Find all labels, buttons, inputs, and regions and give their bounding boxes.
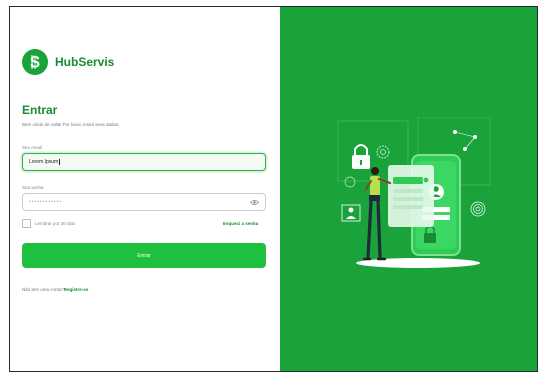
brand-name: HubServis <box>55 55 115 69</box>
signup-prompt: Não tem uma conta?Registre-se <box>22 287 88 292</box>
forgot-password-link[interactable]: Esqueci a senha <box>223 221 258 226</box>
email-field[interactable]: Lorem Ipsum <box>22 153 266 171</box>
password-field[interactable]: •••••••••••• <box>22 193 266 211</box>
app-frame: $ HubServis Entrar Bem vindo de volta! P… <box>9 6 538 372</box>
illustration-panel <box>280 7 537 371</box>
mobile-security-illustration <box>337 117 491 268</box>
password-label: Sua senha <box>22 185 44 190</box>
email-label: Seu email <box>22 145 43 150</box>
dollar-sign-icon: $ <box>22 49 48 75</box>
remember-label: Lembrar por 30 dias <box>35 221 76 226</box>
email-value: Lorem Ipsum <box>29 159 59 165</box>
brand-logo: $ HubServis <box>22 49 114 75</box>
password-value: •••••••••••• <box>29 199 63 205</box>
remember-checkbox[interactable] <box>22 219 31 228</box>
signup-link[interactable]: Registre-se <box>64 287 89 292</box>
eye-icon[interactable] <box>250 199 259 208</box>
submit-button[interactable]: Entrar <box>22 243 266 268</box>
login-panel: $ HubServis Entrar Bem vindo de volta! P… <box>10 7 280 371</box>
remember-row: Lembrar por 30 dias <box>22 219 75 228</box>
page-subtitle: Bem vindo de volta! Por favor, insira se… <box>22 122 120 127</box>
page-title: Entrar <box>22 103 58 117</box>
signup-prompt-text: Não tem uma conta? <box>22 287 64 292</box>
text-cursor <box>59 159 60 165</box>
